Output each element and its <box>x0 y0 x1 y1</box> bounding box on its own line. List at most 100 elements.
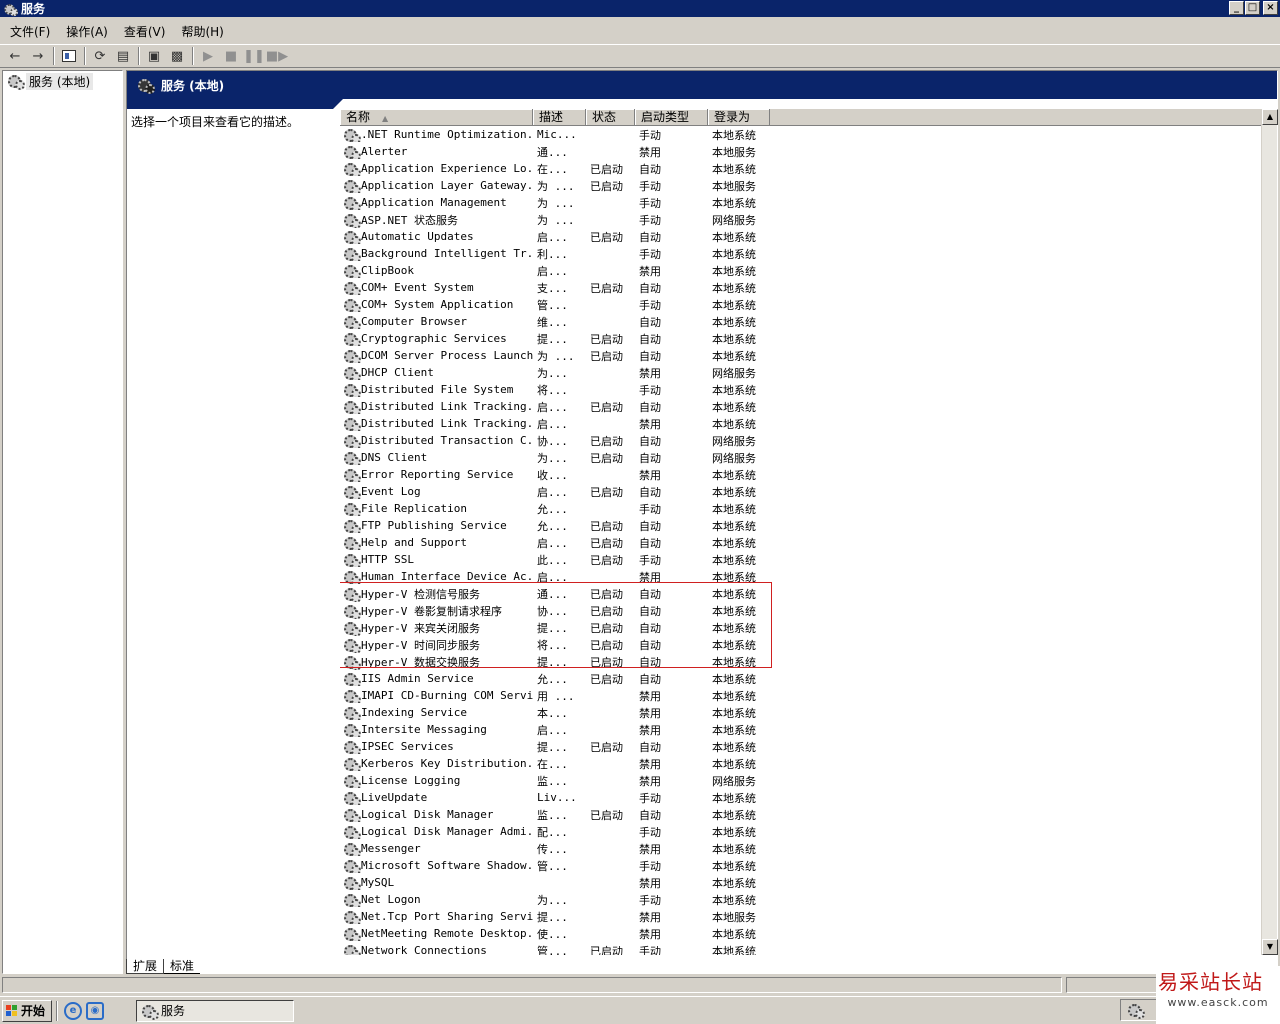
internet-explorer-icon[interactable]: e <box>64 1001 82 1020</box>
table-row[interactable]: Distributed Link Tracking... 启... 禁用 本地系统 <box>340 415 1260 432</box>
start-button[interactable]: 开始 <box>2 999 52 1022</box>
table-row[interactable]: Distributed File System 将... 手动 本地系统 <box>340 381 1260 398</box>
table-row[interactable]: Event Log 启... 已启动 自动 本地系统 <box>340 483 1260 500</box>
service-description: 维... <box>537 315 568 329</box>
table-row[interactable]: Indexing Service 本... 禁用 本地系统 <box>340 704 1260 721</box>
service-status: 已启动 <box>590 621 623 635</box>
table-row[interactable]: Hyper-V 检测信号服务 通... 已启动 自动 本地系统 <box>340 585 1260 602</box>
stop-service-icon[interactable]: ■ <box>220 46 242 66</box>
tray-network-icon[interactable] <box>1127 1003 1145 1019</box>
table-row[interactable]: File Replication 允... 手动 本地系统 <box>340 500 1260 517</box>
table-row[interactable]: HTTP SSL 此... 已启动 手动 本地系统 <box>340 551 1260 568</box>
table-row[interactable]: Hyper-V 时间同步服务 将... 已启动 自动 本地系统 <box>340 636 1260 653</box>
service-logon-as: 本地系统 <box>712 791 756 805</box>
cell-name: DHCP Client <box>340 366 533 380</box>
table-row[interactable]: Hyper-V 卷影复制请求程序 协... 已启动 自动 本地系统 <box>340 602 1260 619</box>
help-icon[interactable]: ▩ <box>166 46 188 66</box>
back-arrow-icon[interactable]: ← <box>4 46 26 66</box>
table-row[interactable]: Background Intelligent Tr... 利... 手动 本地系统 <box>340 245 1260 262</box>
restart-service-icon[interactable]: ■▶ <box>266 46 288 66</box>
column-header-name[interactable]: 名称 ▲ <box>340 109 533 126</box>
table-row[interactable]: Network Connections 管... 已启动 手动 本地系统 <box>340 942 1260 955</box>
table-row[interactable]: DNS Client 为... 已启动 自动 网络服务 <box>340 449 1260 466</box>
pause-service-icon[interactable]: ❚❚ <box>243 46 265 66</box>
table-row[interactable]: Distributed Link Tracking... 启... 已启动 自动 本地系… <box>340 398 1260 415</box>
tab-standard[interactable]: 标准 <box>164 959 201 974</box>
table-row[interactable]: IIS Admin Service 允... 已启动 自动 本地系统 <box>340 670 1260 687</box>
table-row[interactable]: Intersite Messaging 启... 禁用 本地系统 <box>340 721 1260 738</box>
table-row[interactable]: COM+ Event System 支... 已启动 自动 本地系统 <box>340 279 1260 296</box>
table-row[interactable]: Help and Support 启... 已启动 自动 本地系统 <box>340 534 1260 551</box>
quick-launch-icon[interactable]: ◉ <box>86 1001 104 1020</box>
table-row[interactable]: FTP Publishing Service 允... 已启动 自动 本地系统 <box>340 517 1260 534</box>
service-description: 提... <box>537 621 568 635</box>
cell-name: IIS Admin Service <box>340 672 533 686</box>
service-gear-icon <box>343 298 361 312</box>
menu-view[interactable]: 查看(V) <box>118 23 172 40</box>
close-button[interactable]: × <box>1263 1 1278 15</box>
column-header-description[interactable]: 描述 <box>533 109 586 126</box>
export-list-icon[interactable]: ▤ <box>112 46 134 66</box>
table-row[interactable]: DCOM Server Process Launcher 为 ... 已启动 自动 本地… <box>340 347 1260 364</box>
service-name: Hyper-V 来宾关闭服务 <box>361 621 480 635</box>
table-row[interactable]: Alerter 通... 禁用 本地服务 <box>340 143 1260 160</box>
table-row[interactable]: Kerberos Key Distribution... 在... 禁用 本地系统 <box>340 755 1260 772</box>
table-row[interactable]: Net.Tcp Port Sharing Service 提... 禁用 本地服务 <box>340 908 1260 925</box>
cell-name: File Replication <box>340 502 533 516</box>
table-row[interactable]: Messenger 传... 禁用 本地系统 <box>340 840 1260 857</box>
table-row[interactable]: COM+ System Application 管... 手动 本地系统 <box>340 296 1260 313</box>
table-row[interactable]: Microsoft Software Shadow... 管... 手动 本地系统 <box>340 857 1260 874</box>
service-gear-icon <box>343 808 361 822</box>
table-row[interactable]: MySQL 禁用 本地系统 <box>340 874 1260 891</box>
cell-name: Distributed File System <box>340 383 533 397</box>
table-row[interactable]: Cryptographic Services 提... 已启动 自动 本地系统 <box>340 330 1260 347</box>
menu-action[interactable]: 操作(A) <box>60 23 114 40</box>
table-row[interactable]: IPSEC Services 提... 已启动 自动 本地系统 <box>340 738 1260 755</box>
table-row[interactable]: DHCP Client 为... 禁用 网络服务 <box>340 364 1260 381</box>
table-row[interactable]: Application Management 为 ... 手动 本地系统 <box>340 194 1260 211</box>
start-service-icon[interactable]: ▶ <box>197 46 219 66</box>
properties-icon[interactable]: ▣ <box>143 46 165 66</box>
show-hide-tree-icon[interactable] <box>58 46 80 66</box>
service-gear-icon <box>343 553 361 567</box>
table-row[interactable]: Logical Disk Manager Admi... 配... 手动 本地系统 <box>340 823 1260 840</box>
table-row[interactable]: Computer Browser 维... 自动 本地系统 <box>340 313 1260 330</box>
service-name: Distributed Link Tracking... <box>361 400 533 413</box>
menu-help[interactable]: 帮助(H) <box>175 23 229 40</box>
maximize-button[interactable]: □ <box>1245 1 1260 15</box>
menu-file[interactable]: 文件(F) <box>4 23 56 40</box>
service-gear-icon <box>343 740 361 754</box>
tab-extended[interactable]: 扩展 <box>126 959 165 974</box>
table-row[interactable]: Human Interface Device Ac... 启... 禁用 本地系统 <box>340 568 1260 585</box>
forward-arrow-icon[interactable]: → <box>27 46 49 66</box>
table-row[interactable]: IMAPI CD-Burning COM Service 用 ... 禁用 本地系统 <box>340 687 1260 704</box>
service-startup-type: 自动 <box>639 162 661 176</box>
table-row[interactable]: Application Experience Lo... 在... 已启动 自动 本地系… <box>340 160 1260 177</box>
table-row[interactable]: ASP.NET 状态服务 为 ... 手动 网络服务 <box>340 211 1260 228</box>
table-row[interactable]: Application Layer Gateway... 为 ... 已启动 手动 本地… <box>340 177 1260 194</box>
column-header-startup-type[interactable]: 启动类型 <box>635 109 708 126</box>
table-row[interactable]: Distributed Transaction C... 协... 已启动 自动 网络服… <box>340 432 1260 449</box>
scroll-down-icon[interactable]: ▼ <box>1262 939 1278 955</box>
table-row[interactable]: License Logging 监... 禁用 网络服务 <box>340 772 1260 789</box>
taskbar-button-services[interactable]: 服务 <box>136 999 294 1022</box>
minimize-button[interactable]: _ <box>1229 1 1244 15</box>
vertical-scrollbar[interactable]: ▲ ▼ <box>1261 109 1278 955</box>
table-row[interactable]: Automatic Updates 启... 已启动 自动 本地系统 <box>340 228 1260 245</box>
table-row[interactable]: Hyper-V 来宾关闭服务 提... 已启动 自动 本地系统 <box>340 619 1260 636</box>
table-row[interactable]: Net Logon 为... 手动 本地系统 <box>340 891 1260 908</box>
table-row[interactable]: Logical Disk Manager 监... 已启动 自动 本地系统 <box>340 806 1260 823</box>
table-row[interactable]: NetMeeting Remote Desktop... 使... 禁用 本地系统 <box>340 925 1260 942</box>
tree-item-services-local[interactable]: 服务 (本地) <box>7 72 94 90</box>
refresh-icon[interactable]: ⟳ <box>89 46 111 66</box>
table-row[interactable]: LiveUpdate Liv... 手动 本地系统 <box>340 789 1260 806</box>
table-row[interactable]: Hyper-V 数据交换服务 提... 已启动 自动 本地系统 <box>340 653 1260 670</box>
table-row[interactable]: Error Reporting Service 收... 禁用 本地系统 <box>340 466 1260 483</box>
service-status: 已启动 <box>590 332 623 346</box>
service-startup-type: 手动 <box>639 893 661 907</box>
column-header-status[interactable]: 状态 <box>586 109 635 126</box>
scroll-up-icon[interactable]: ▲ <box>1262 109 1278 125</box>
table-row[interactable]: .NET Runtime Optimization... Mic... 手动 本地系统 <box>340 126 1260 143</box>
table-row[interactable]: ClipBook 启... 禁用 本地系统 <box>340 262 1260 279</box>
column-header-logon-as[interactable]: 登录为 <box>708 109 770 126</box>
